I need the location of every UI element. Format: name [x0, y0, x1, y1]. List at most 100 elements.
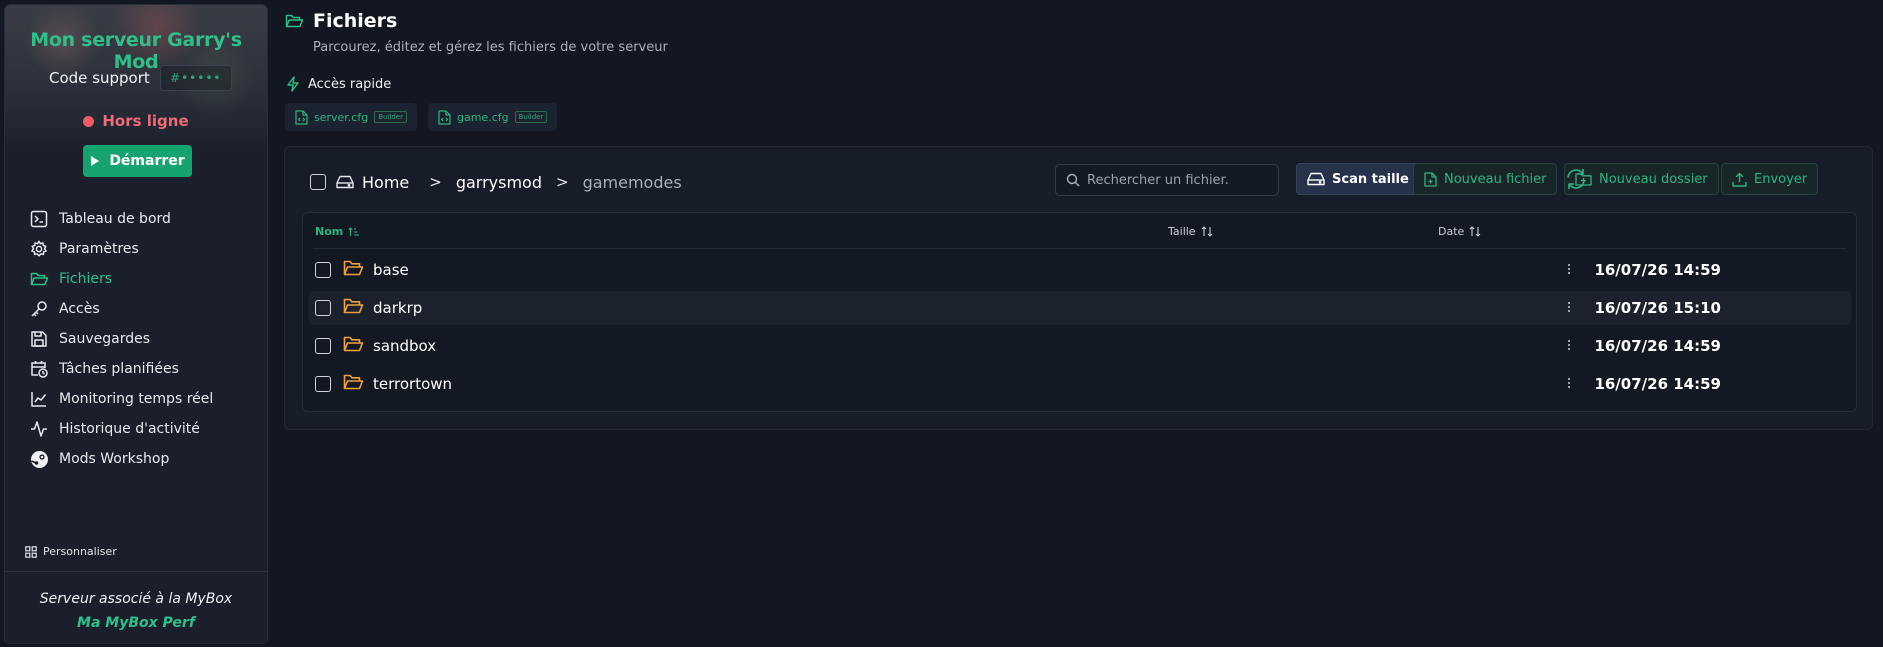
upload-icon: [1732, 172, 1747, 187]
save-icon: [29, 329, 49, 349]
file-plus-icon: [1424, 171, 1437, 187]
play-icon: [91, 156, 100, 166]
sort-icon: [1469, 226, 1481, 237]
personalize-label: Personnaliser: [43, 545, 117, 558]
status-dot: [83, 115, 95, 127]
column-header-name[interactable]: Nom: [315, 225, 360, 238]
sidebar-item-dashboard[interactable]: Tableau de bord: [29, 207, 171, 231]
upload-button[interactable]: Envoyer: [1721, 163, 1819, 195]
folder-icon: [343, 373, 364, 391]
row-checkbox[interactable]: [315, 300, 331, 316]
sidebar-item-label: Tâches planifiées: [59, 361, 179, 377]
sidebar-item-label: Monitoring temps réel: [59, 391, 214, 407]
select-all-checkbox[interactable]: [310, 174, 326, 190]
sidebar-item-access[interactable]: Accès: [29, 297, 100, 321]
support-code-value[interactable]: #•••••: [159, 65, 232, 91]
breadcrumb-current: gamemodes: [582, 172, 682, 192]
sidebar-item-settings[interactable]: Paramètres: [29, 237, 139, 261]
folder-icon: [343, 297, 364, 315]
quick-file-name: server.cfg: [314, 110, 369, 124]
folder-icon: [343, 259, 364, 277]
folder-open-icon: [29, 269, 49, 289]
sidebar-divider: [5, 571, 267, 572]
table-header-divider: [313, 248, 1846, 249]
sidebar-item-backups[interactable]: Sauvegardes: [29, 327, 150, 351]
table-row[interactable]: sandbox 16/07/26 14:59: [309, 329, 1851, 363]
steam-icon: [29, 449, 49, 469]
row-checkbox[interactable]: [315, 262, 331, 278]
upload-label: Envoyer: [1754, 171, 1808, 187]
file-name[interactable]: base: [373, 261, 409, 279]
quick-access-label: Accès rapide: [308, 76, 392, 92]
page-header: Fichiers Parcourez, éditez et gérez les …: [285, 10, 668, 55]
folder-icon: [343, 335, 364, 353]
status-text: Hors ligne: [102, 112, 189, 130]
server-status: Hors ligne: [5, 112, 267, 130]
calendar-clock-icon: [29, 359, 49, 379]
file-code-icon: [438, 109, 451, 125]
table-row[interactable]: base 16/07/26 14:59: [309, 253, 1851, 287]
sidebar-item-files[interactable]: Fichiers: [29, 267, 112, 291]
column-header-date[interactable]: Date: [1438, 225, 1481, 238]
breadcrumb-home[interactable]: Home: [362, 173, 409, 192]
start-button-label: Démarrer: [109, 153, 185, 169]
page-title: Fichiers: [313, 10, 398, 32]
quick-access-title: Accès rapide: [286, 76, 391, 92]
refresh-button[interactable]: [1561, 164, 1591, 194]
quick-file-game-cfg[interactable]: game.cfg Builder: [428, 103, 558, 131]
key-icon: [29, 299, 49, 319]
search-icon: [1066, 173, 1080, 187]
new-file-button[interactable]: Nouveau fichier: [1413, 163, 1558, 195]
more-actions-icon[interactable]: [1567, 262, 1571, 276]
column-size-label: Taille: [1168, 225, 1196, 238]
sidebar-item-label: Paramètres: [59, 241, 139, 257]
new-folder-label: Nouveau dossier: [1599, 171, 1708, 187]
sidebar: Mon serveur Garry's Mod Code support #••…: [4, 4, 268, 644]
breadcrumb-separator: >: [429, 173, 442, 191]
sidebar-item-label: Accès: [59, 301, 100, 317]
grid-icon: [25, 545, 37, 558]
file-name[interactable]: sandbox: [373, 337, 436, 355]
column-header-size[interactable]: Taille: [1168, 225, 1213, 238]
search-box[interactable]: [1055, 164, 1279, 196]
column-date-label: Date: [1438, 225, 1465, 238]
search-input[interactable]: [1087, 172, 1267, 188]
more-actions-icon[interactable]: [1567, 338, 1571, 352]
new-file-label: Nouveau fichier: [1444, 171, 1547, 187]
start-button[interactable]: Démarrer: [83, 145, 192, 177]
personalize-button[interactable]: Personnaliser: [25, 545, 117, 558]
more-actions-icon[interactable]: [1567, 300, 1571, 314]
sidebar-item-activity-history[interactable]: Historique d'activité: [29, 417, 200, 441]
file-browser-panel: Home > garrysmod > gamemodes Scan taille…: [284, 146, 1873, 430]
breadcrumb-garrysmod[interactable]: garrysmod: [456, 173, 542, 192]
line-chart-icon: [29, 389, 49, 409]
quick-file-name: game.cfg: [457, 110, 509, 124]
file-date: 16/07/26 14:59: [1594, 261, 1721, 279]
table-row[interactable]: darkrp 16/07/26 15:10: [309, 291, 1851, 325]
folder-open-icon: [285, 13, 304, 29]
sidebar-item-mods-workshop[interactable]: Mods Workshop: [29, 447, 169, 471]
file-code-icon: [295, 109, 308, 125]
table-row[interactable]: terrortown 16/07/26 14:59: [309, 367, 1851, 401]
mybox-name-link[interactable]: Ma MyBox Perf: [5, 615, 267, 631]
gear-icon: [29, 239, 49, 259]
row-checkbox[interactable]: [315, 376, 331, 392]
sidebar-item-monitoring[interactable]: Monitoring temps réel: [29, 387, 213, 411]
sidebar-item-label: Tableau de bord: [59, 211, 171, 227]
sidebar-item-label: Historique d'activité: [59, 421, 200, 437]
file-date: 16/07/26 14:59: [1594, 337, 1721, 355]
file-name[interactable]: darkrp: [373, 299, 422, 317]
sidebar-item-label: Sauvegardes: [59, 331, 151, 347]
sort-asc-icon: [348, 226, 360, 236]
breadcrumb-separator: >: [556, 173, 569, 191]
more-actions-icon[interactable]: [1567, 376, 1571, 390]
activity-icon: [29, 419, 49, 439]
quick-file-server-cfg[interactable]: server.cfg Builder: [285, 103, 417, 131]
file-name[interactable]: terrortown: [373, 375, 452, 393]
scan-size-button[interactable]: Scan taille: [1296, 163, 1420, 195]
breadcrumb: Home > garrysmod > gamemodes: [310, 171, 682, 193]
mybox-association-text: Serveur associé à la MyBox: [39, 591, 233, 607]
sidebar-item-scheduled-tasks[interactable]: Tâches planifiées: [29, 357, 179, 381]
scan-size-label: Scan taille: [1332, 171, 1409, 187]
row-checkbox[interactable]: [315, 338, 331, 354]
